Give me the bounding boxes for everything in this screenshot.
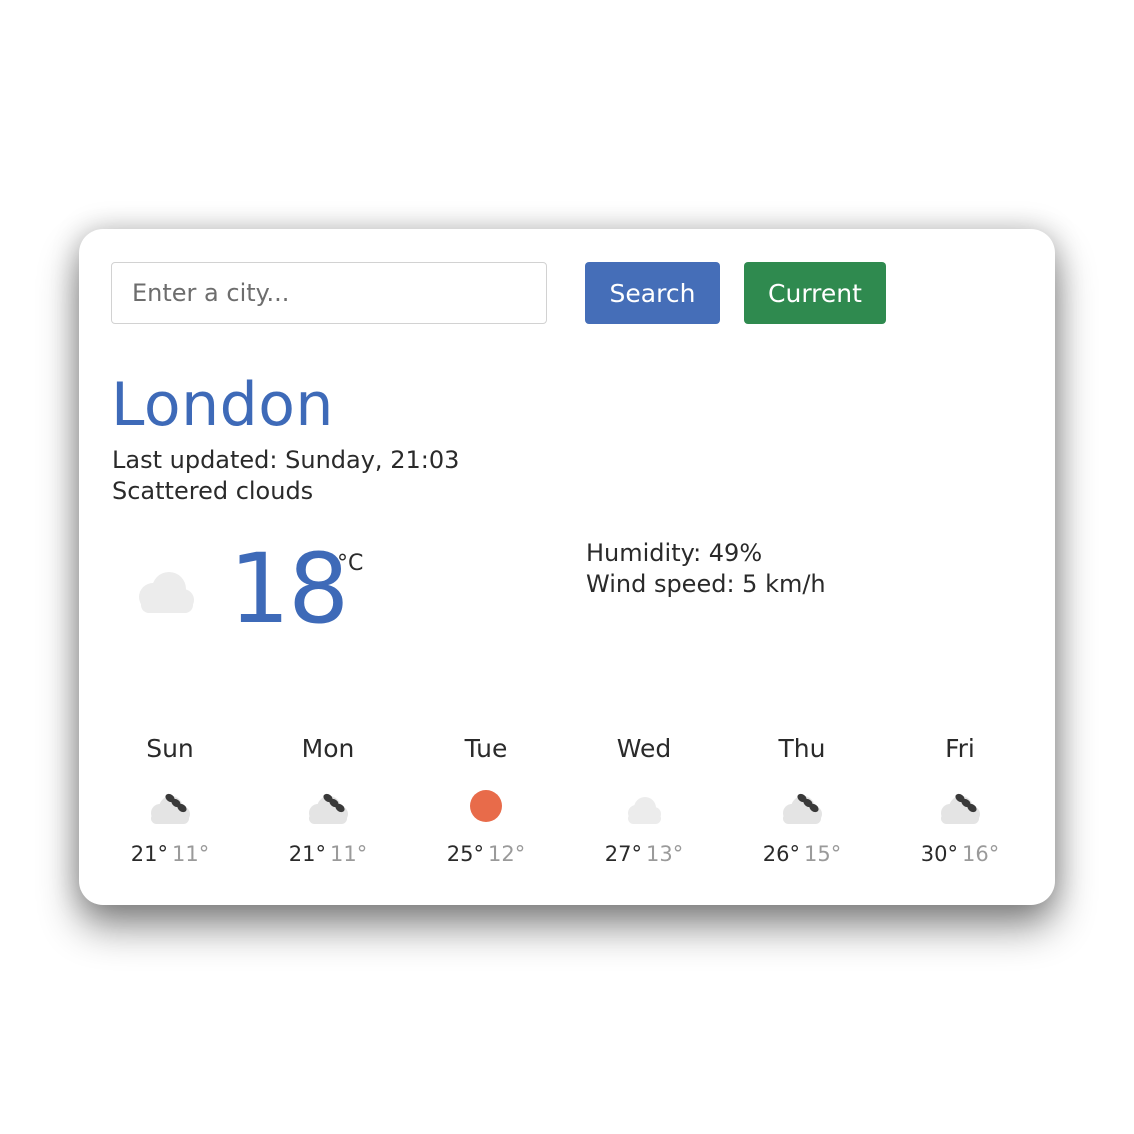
forecast-day: Tue 25° 12° <box>407 734 565 884</box>
forecast-day: Wed 27° 13° <box>565 734 723 884</box>
forecast-day-name: Tue <box>464 734 508 763</box>
forecast-day-name: Sun <box>146 734 194 763</box>
weather-card: Search Current London Last updated: Sund… <box>79 229 1055 905</box>
sun-icon <box>470 790 502 822</box>
weather-description: Scattered clouds <box>112 477 314 505</box>
forecast-high: 25° <box>446 842 484 866</box>
forecast-low: 16° <box>962 842 1000 866</box>
rain-cloud-icon <box>783 793 822 824</box>
forecast-temps: 26° 15° <box>723 841 881 867</box>
forecast-day-name: Thu <box>778 734 826 763</box>
forecast-high: 26° <box>762 842 800 866</box>
forecast-day-name: Wed <box>616 734 672 763</box>
city-search-input[interactable] <box>111 262 547 324</box>
rain-cloud-icon <box>309 793 348 824</box>
forecast-day: Thu 26° 15° <box>723 734 881 884</box>
forecast-temps: 21° 11° <box>91 841 249 867</box>
forecast: Sun 21° 11° Mon 21° 11° Tue 25° 12° Wed 27° 13° Thu 2… <box>91 734 1041 884</box>
forecast-high: 27° <box>604 842 642 866</box>
forecast-low: 15° <box>804 842 842 866</box>
wind-speed: Wind speed: 5 km/h <box>586 570 826 598</box>
temperature-unit: °C <box>337 551 364 576</box>
forecast-high: 21° <box>130 842 168 866</box>
forecast-low: 13° <box>646 842 684 866</box>
forecast-day-name: Fri <box>945 734 975 763</box>
forecast-temps: 21° 11° <box>249 841 407 867</box>
forecast-temps: 25° 12° <box>407 841 565 867</box>
cloud-icon <box>139 572 194 613</box>
rain-cloud-icon <box>151 793 190 824</box>
current-temperature: 18 <box>229 533 349 645</box>
cloud-icon <box>628 797 661 824</box>
forecast-low: 11° <box>330 842 368 866</box>
current-location-button[interactable]: Current <box>744 262 886 324</box>
search-button[interactable]: Search <box>585 262 720 324</box>
forecast-high: 21° <box>288 842 326 866</box>
forecast-high: 30° <box>920 842 958 866</box>
forecast-low: 11° <box>172 842 210 866</box>
forecast-temps: 30° 16° <box>881 841 1039 867</box>
forecast-day-name: Mon <box>301 734 355 763</box>
last-updated: Last updated: Sunday, 21:03 <box>112 446 460 474</box>
city-name: London <box>111 370 334 440</box>
forecast-day: Mon 21° 11° <box>249 734 407 884</box>
forecast-day: Sun 21° 11° <box>91 734 249 884</box>
forecast-temps: 27° 13° <box>565 841 723 867</box>
forecast-low: 12° <box>488 842 526 866</box>
rain-cloud-icon <box>941 793 980 824</box>
weather-stats: Humidity: 49% Wind speed: 5 km/h <box>586 538 826 600</box>
humidity: Humidity: 49% <box>586 539 763 567</box>
forecast-day: Fri 30° 16° <box>881 734 1039 884</box>
